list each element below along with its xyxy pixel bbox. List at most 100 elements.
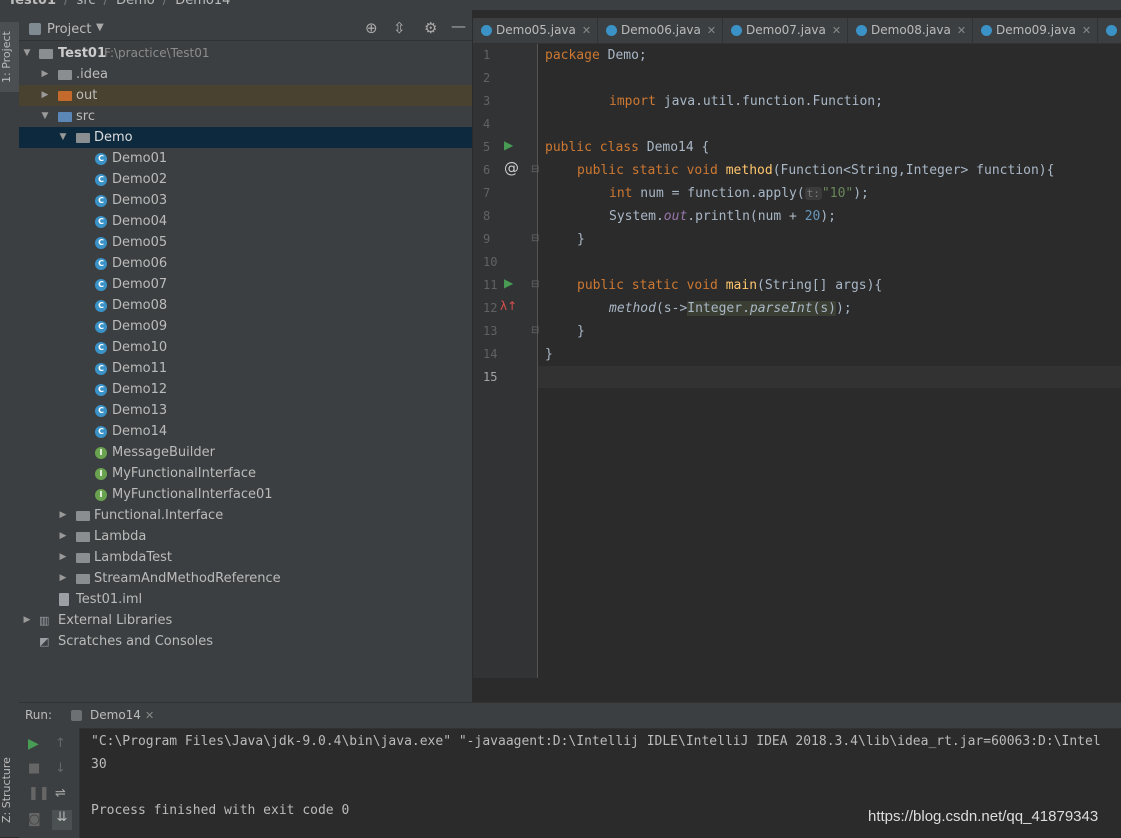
class-icon: [856, 25, 867, 36]
code-line: import java.util.function.Function;: [609, 94, 883, 109]
close-icon[interactable]: ✕: [957, 24, 966, 37]
tree-item-class[interactable]: C Demo06: [19, 253, 472, 274]
close-icon[interactable]: ✕: [582, 24, 591, 37]
chevron-down-icon[interactable]: ▼: [96, 22, 104, 33]
tree-item-idea[interactable]: ▶ .idea: [19, 64, 472, 85]
tree-item-class[interactable]: C Demo14: [19, 421, 472, 442]
close-icon[interactable]: ✕: [1082, 24, 1091, 37]
class-icon: C: [95, 384, 107, 396]
package-icon: [76, 553, 90, 563]
class-icon: C: [95, 342, 107, 354]
project-panel: Project ▼ ⊕ ⇳ ⚙ — ▼ Test01 F:\practice\T…: [19, 10, 473, 702]
tree-item-interface[interactable]: I MessageBuilder: [19, 442, 472, 463]
locate-icon[interactable]: ⊕: [365, 19, 378, 37]
interface-icon: I: [95, 489, 107, 501]
package-icon: [76, 574, 90, 584]
stop-icon[interactable]: ■: [28, 761, 40, 776]
left-tool-strip: 1: Project Z: Structure: [0, 10, 20, 837]
breadcrumb-project[interactable]: Test01: [8, 0, 56, 8]
tree-item-demo-package[interactable]: ▼ Demo: [19, 127, 472, 148]
pause-icon[interactable]: ❚❚: [28, 786, 50, 801]
lambda-recursion-icon[interactable]: λ↑: [500, 299, 517, 313]
class-icon: C: [95, 195, 107, 207]
tree-item-class[interactable]: C Demo12: [19, 379, 472, 400]
editor-tab-overflow[interactable]: [1098, 18, 1121, 43]
tree-item-package[interactable]: ▶ Lambda: [19, 526, 472, 547]
class-icon: C: [95, 300, 107, 312]
tree-item-package[interactable]: ▶ StreamAndMethodReference: [19, 568, 472, 589]
fold-icon[interactable]: ⊟: [531, 279, 539, 290]
fold-icon[interactable]: ⊟: [531, 233, 539, 244]
run-main-icon[interactable]: ▶: [504, 276, 513, 290]
code-line: }: [577, 324, 585, 339]
scroll-to-end-icon[interactable]: ⇊: [52, 810, 72, 830]
camera-icon[interactable]: ◙: [28, 812, 41, 827]
tree-item-package[interactable]: ▶ Functional.Interface: [19, 505, 472, 526]
breadcrumb-file[interactable]: Demo14: [175, 0, 230, 8]
fold-icon[interactable]: ⊟: [531, 325, 539, 336]
editor-tab[interactable]: Demo08.java ✕: [848, 18, 973, 43]
scroll-up-icon[interactable]: ↑: [55, 736, 66, 751]
tree-item-package[interactable]: ▶ LambdaTest: [19, 547, 472, 568]
console-line: "C:\Program Files\Java\jdk-9.0.4\bin\jav…: [91, 734, 1101, 749]
code-line: }: [577, 232, 585, 247]
tree-item-src[interactable]: ▼ src: [19, 106, 472, 127]
code-line: package Demo;: [545, 48, 647, 63]
tree-item-iml-file[interactable]: Test01.iml: [19, 589, 472, 610]
tree-item-class[interactable]: C Demo04: [19, 211, 472, 232]
minimize-icon[interactable]: —: [451, 17, 466, 35]
project-tool-tab[interactable]: 1: Project: [0, 22, 19, 92]
tree-item-external-libraries[interactable]: ▶ ▥ External Libraries: [19, 610, 472, 631]
tree-item-class[interactable]: C Demo01: [19, 148, 472, 169]
rerun-icon[interactable]: ▶: [28, 736, 39, 752]
close-icon[interactable]: ✕: [145, 709, 154, 722]
tree-item-class[interactable]: C Demo09: [19, 316, 472, 337]
code-line: System.out.println(num + 20);: [609, 209, 836, 224]
soft-wrap-icon[interactable]: ⇌: [55, 786, 66, 801]
code-line: method(s->Integer.parseInt(s));: [609, 301, 852, 316]
implementation-icon[interactable]: @: [504, 159, 519, 177]
class-icon: C: [95, 279, 107, 291]
run-toolbar: ▶ ↑ ■ ↓ ❚❚ ⇌ ◙ ⇊: [19, 728, 80, 838]
close-icon[interactable]: ✕: [832, 24, 841, 37]
code-editor[interactable]: 1 2 3 4 5 6 7 8 9 10 11 12 13 14 15 ▶ @ …: [473, 44, 1121, 678]
class-icon: C: [95, 258, 107, 270]
tree-item-out[interactable]: ▶ out: [19, 85, 472, 106]
editor-tab[interactable]: Demo07.java ✕: [723, 18, 848, 43]
tree-root[interactable]: ▼ Test01 F:\practice\Test01: [19, 43, 472, 64]
tree-item-class[interactable]: C Demo03: [19, 190, 472, 211]
breadcrumb-package[interactable]: Demo: [116, 0, 155, 8]
tree-item-class[interactable]: C Demo10: [19, 337, 472, 358]
tree-item-scratches[interactable]: ◩ Scratches and Consoles: [19, 631, 472, 652]
breadcrumb-folder[interactable]: src: [77, 0, 96, 8]
scroll-down-icon[interactable]: ↓: [55, 761, 66, 776]
project-view-title[interactable]: Project: [47, 22, 91, 37]
collapse-all-icon[interactable]: ⇳: [393, 19, 406, 37]
tree-item-class[interactable]: C Demo07: [19, 274, 472, 295]
library-icon: ▥: [39, 614, 50, 627]
run-tab-label[interactable]: Demo14: [90, 708, 141, 722]
tree-item-interface[interactable]: I MyFunctionalInterface: [19, 463, 472, 484]
class-icon: [606, 25, 617, 36]
fold-icon[interactable]: ⊟: [531, 164, 539, 175]
gear-icon[interactable]: ⚙: [424, 19, 437, 37]
tree-item-class[interactable]: C Demo08: [19, 295, 472, 316]
class-icon: [731, 25, 742, 36]
run-label: Run:: [25, 708, 53, 722]
tree-item-class[interactable]: C Demo02: [19, 169, 472, 190]
tree-item-interface[interactable]: I MyFunctionalInterface01: [19, 484, 472, 505]
run-class-icon[interactable]: ▶: [504, 138, 513, 152]
class-icon: C: [95, 405, 107, 417]
structure-tool-tab[interactable]: Z: Structure: [0, 750, 19, 830]
tree-item-class[interactable]: C Demo13: [19, 400, 472, 421]
editor-tab[interactable]: Demo05.java ✕: [473, 18, 598, 43]
folder-icon: [58, 70, 72, 80]
code-line: int num = function.apply(t: "10");: [609, 186, 869, 201]
class-icon: [981, 25, 992, 36]
editor-tab[interactable]: Demo06.java ✕: [598, 18, 723, 43]
editor-tab[interactable]: Demo09.java ✕: [973, 18, 1098, 43]
tree-item-class[interactable]: C Demo11: [19, 358, 472, 379]
tree-item-class[interactable]: C Demo05: [19, 232, 472, 253]
close-icon[interactable]: ✕: [707, 24, 716, 37]
class-icon: [481, 25, 492, 36]
